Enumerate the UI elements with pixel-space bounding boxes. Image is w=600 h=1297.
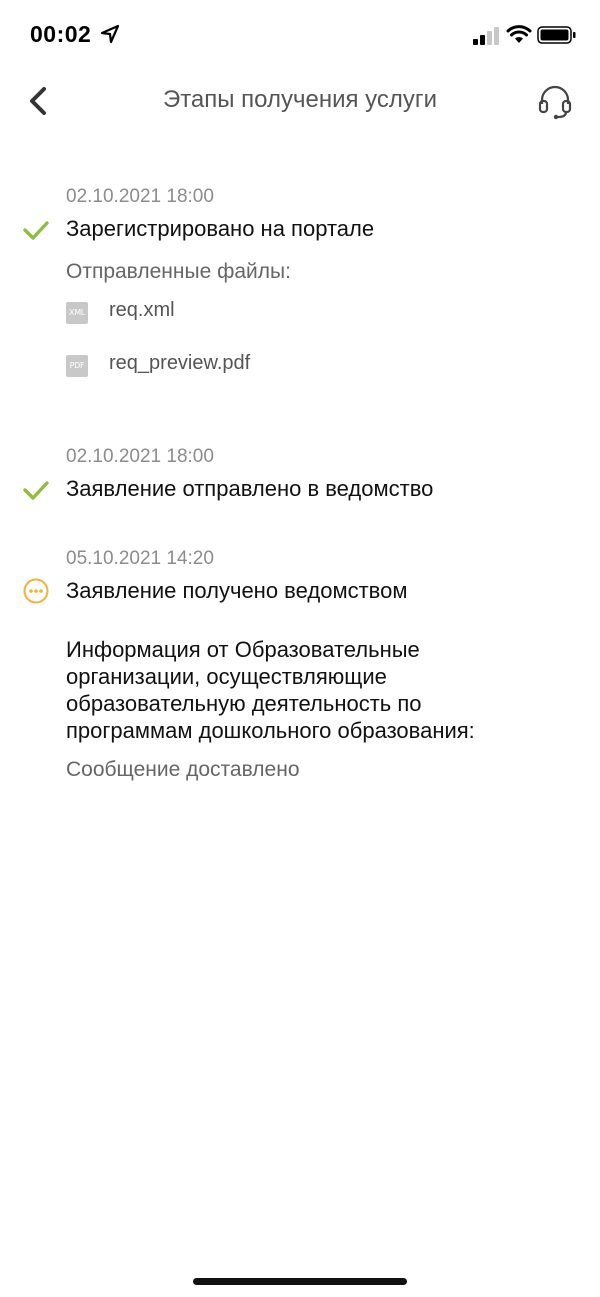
status-bar: 00:02	[0, 0, 600, 72]
home-indicator	[193, 1278, 407, 1285]
stage-date: 05.10.2021 14:20	[66, 548, 214, 569]
stage-date: 02.10.2021 18:00	[66, 186, 214, 207]
info-status: Сообщение доставлено	[66, 758, 300, 781]
pending-dots-icon	[23, 578, 49, 604]
headset-icon[interactable]	[536, 82, 574, 120]
info-line: Информация от Образовательные	[66, 637, 420, 662]
file-item-req-xml[interactable]: XML req.xml	[66, 299, 366, 329]
info-line: организации, осуществляющие	[66, 664, 387, 689]
info-text: Информация от Образовательные организаци…	[66, 636, 566, 744]
page-title: Этапы получения услуги	[162, 86, 438, 113]
stage-date: 02.10.2021 18:00	[66, 446, 214, 467]
battery-icon	[537, 26, 576, 44]
files-label: Отправленные файлы:	[66, 260, 291, 283]
wifi-icon	[506, 25, 532, 43]
info-line: программам дошкольного образования:	[66, 718, 475, 743]
stage-title: Заявление отправлено в ведомство	[66, 476, 434, 501]
stage-title: Заявление получено ведомством	[66, 578, 408, 603]
file-item-req-preview-pdf[interactable]: PDF req_preview.pdf	[66, 352, 366, 382]
check-icon	[23, 481, 49, 500]
pdf-file-icon: PDF	[66, 355, 88, 377]
nav-bar: Этапы получения услуги	[0, 72, 600, 132]
stage-title: Зарегистрировано на портале	[66, 216, 375, 241]
back-button[interactable]	[22, 84, 56, 118]
cellular-signal-icon	[473, 27, 499, 45]
file-name: req.xml	[109, 299, 175, 321]
status-time: 00:02	[30, 21, 92, 47]
file-name: req_preview.pdf	[109, 352, 251, 374]
location-arrow-icon	[100, 24, 120, 44]
info-line: образовательную деятельность по	[66, 691, 422, 716]
check-icon	[23, 221, 49, 240]
xml-file-icon: XML	[66, 302, 88, 324]
